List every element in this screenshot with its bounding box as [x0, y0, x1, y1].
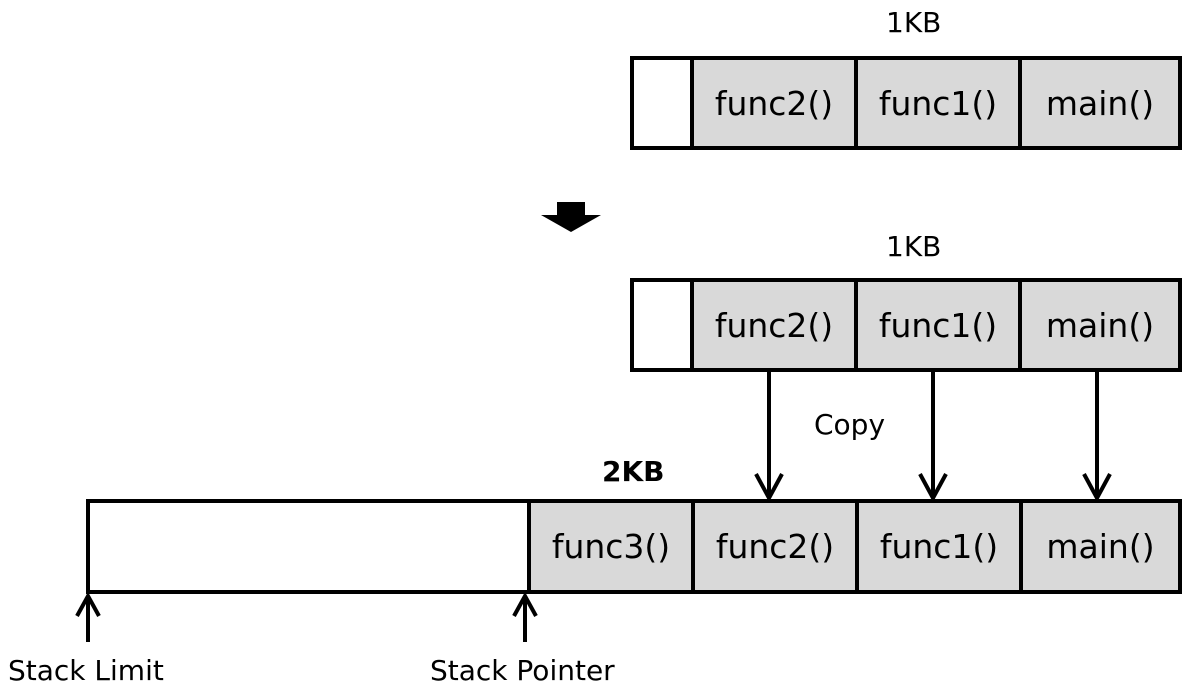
down-arrow-icon	[541, 202, 601, 232]
middle-stack-free-space	[634, 282, 690, 368]
middle-stack-frame: main()	[1018, 282, 1178, 368]
middle-stack-frame: func2()	[690, 282, 854, 368]
stack-limit-label: Stack Limit	[8, 654, 164, 687]
bottom-stack-frame: func3()	[527, 503, 691, 590]
bottom-stack-size-label: 2KB	[602, 455, 665, 488]
middle-stack: func2() func1() main()	[630, 278, 1182, 372]
stack-pointer-arrow	[512, 591, 538, 642]
bottom-stack: func3() func2() func1() main()	[86, 499, 1182, 594]
middle-stack-frame: func1()	[854, 282, 1018, 368]
bottom-stack-frame: main()	[1019, 503, 1178, 590]
stack-pointer-label: Stack Pointer	[430, 654, 615, 687]
copy-arrow	[1082, 372, 1112, 503]
copy-label: Copy	[814, 408, 886, 441]
bottom-stack-frame: func2()	[691, 503, 855, 590]
bottom-stack-free-space	[90, 503, 527, 590]
bottom-stack-frame: func1()	[855, 503, 1019, 590]
stack-limit-arrow	[75, 591, 101, 642]
middle-stack-size-label: 1KB	[886, 230, 942, 263]
copy-arrow	[754, 372, 784, 503]
copy-arrow	[918, 372, 948, 503]
